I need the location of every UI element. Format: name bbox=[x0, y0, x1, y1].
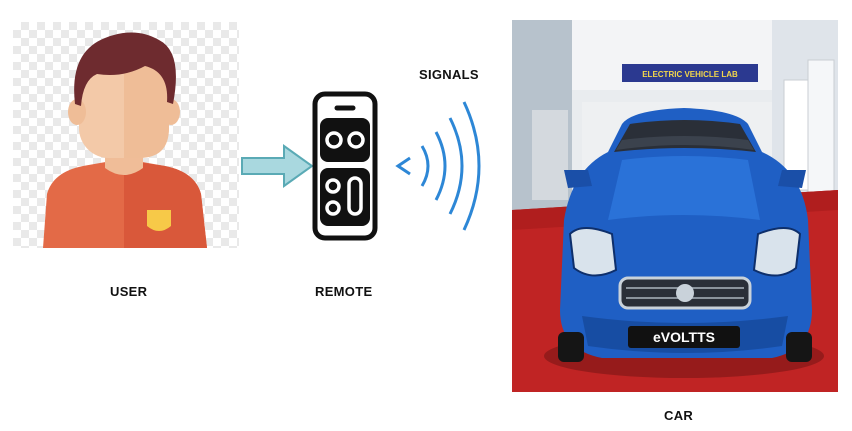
wireless-signal-icon bbox=[395, 101, 481, 231]
remote-control-icon bbox=[312, 91, 378, 241]
user-label: USER bbox=[110, 284, 148, 299]
car-photo: ELECTRIC VEHICLE LAB eVOLTTS bbox=[512, 20, 838, 392]
license-plate-text: eVOLTTS bbox=[653, 329, 715, 345]
user-avatar-icon bbox=[43, 32, 207, 248]
remote-label: REMOTE bbox=[315, 284, 373, 299]
signals-label: SIGNALS bbox=[419, 67, 479, 82]
car-label: CAR bbox=[664, 408, 694, 423]
user-avatar bbox=[13, 22, 239, 248]
lab-banner-text: ELECTRIC VEHICLE LAB bbox=[642, 70, 738, 79]
